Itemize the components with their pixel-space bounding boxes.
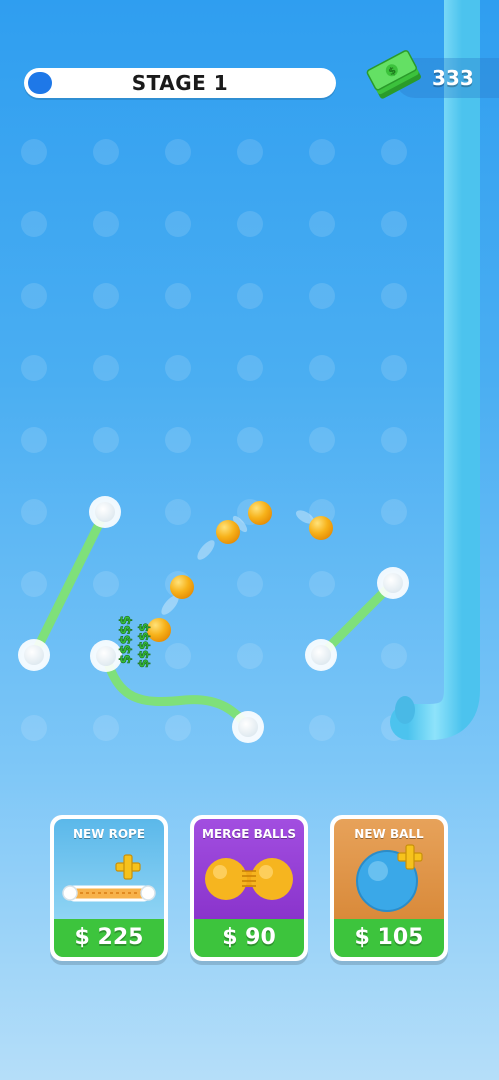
stage-progress-bar: STAGE 1 [24, 68, 336, 98]
board-hole [165, 283, 191, 309]
board-hole [165, 355, 191, 381]
board-hole [309, 355, 335, 381]
new-rope-price: $ 225 [54, 919, 164, 957]
peg-grid [21, 139, 407, 741]
cash-stack-icon: $ [366, 50, 421, 99]
board-hole [165, 139, 191, 165]
board-hole [21, 427, 47, 453]
board-hole [381, 643, 407, 669]
gold-ball [309, 516, 333, 540]
board-hole [93, 571, 119, 597]
rope-plus-icon [62, 854, 156, 902]
board-hole [309, 139, 335, 165]
board-hole [165, 499, 191, 525]
board-hole [237, 643, 263, 669]
gold-ball [216, 520, 240, 544]
board-hole [21, 355, 47, 381]
stage-label: STAGE 1 [131, 71, 229, 95]
board-hole [93, 139, 119, 165]
ball-plus-icon [356, 844, 423, 912]
board-hole [93, 427, 119, 453]
board-hole [237, 427, 263, 453]
board-hole [381, 427, 407, 453]
svg-text:$$$$$: $$$$$ [118, 615, 134, 664]
board-hole [237, 571, 263, 597]
rope-peg[interactable] [18, 639, 50, 671]
board-hole [93, 355, 119, 381]
new-rope-button[interactable]: NEW ROPE $ 225 [50, 815, 168, 961]
board-hole [309, 571, 335, 597]
svg-text:$$$$$: $$$$$ [137, 623, 152, 668]
board-hole [381, 499, 407, 525]
board-hole [21, 499, 47, 525]
rope-peg[interactable] [89, 496, 121, 528]
new-ball-price: $ 105 [334, 919, 444, 957]
merge-balls-price: $ 90 [194, 919, 304, 957]
board-hole [93, 715, 119, 741]
board-hole [309, 211, 335, 237]
new-rope-card-art: NEW ROPE [54, 819, 164, 919]
board-hole [381, 211, 407, 237]
board-hole [381, 283, 407, 309]
board-hole [237, 211, 263, 237]
board-hole [381, 139, 407, 165]
board-hole [21, 139, 47, 165]
gold-ball [170, 575, 194, 599]
board-hole [165, 211, 191, 237]
board-hole [21, 571, 47, 597]
board-hole [237, 283, 263, 309]
new-ball-button[interactable]: NEW BALL $ 105 [330, 815, 448, 961]
board-hole [93, 211, 119, 237]
board-hole [93, 283, 119, 309]
board-hole [237, 355, 263, 381]
merge-balls-card-art: MERGE BALLS [194, 819, 304, 919]
board-hole [237, 139, 263, 165]
board-hole [21, 211, 47, 237]
board-hole [309, 427, 335, 453]
board-hole [309, 283, 335, 309]
floating-cash-text: $$$$$ $$$$$ [118, 615, 153, 668]
board-hole [165, 715, 191, 741]
rope-peg[interactable] [232, 711, 264, 743]
gold-ball [248, 501, 272, 525]
board-hole [21, 283, 47, 309]
new-ball-card-art: NEW BALL [334, 819, 444, 919]
rope-peg[interactable] [305, 639, 337, 671]
cash-amount: 333 [432, 66, 474, 90]
board-hole [21, 715, 47, 741]
board-hole [309, 715, 335, 741]
board-hole [381, 355, 407, 381]
board-hole [165, 643, 191, 669]
merge-balls-button[interactable]: MERGE BALLS $ 90 [190, 815, 308, 961]
rope-peg[interactable] [377, 567, 409, 599]
board-hole [165, 427, 191, 453]
merge-balls-icon [205, 858, 293, 900]
